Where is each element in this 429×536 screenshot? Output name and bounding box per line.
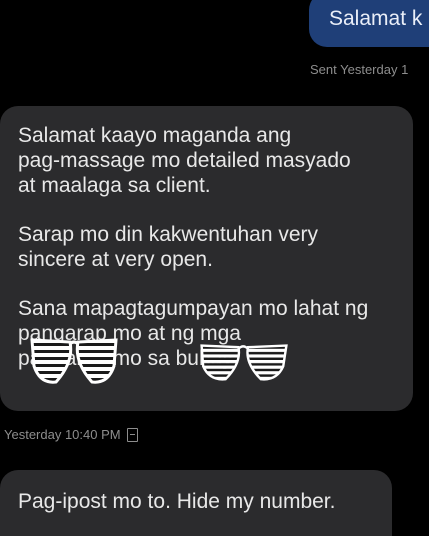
sent-timestamp: Sent Yesterday 1: [310, 62, 409, 77]
received-message-bubble-2[interactable]: Pag-ipost mo to. Hide my number.: [0, 470, 392, 536]
received-message-2-text: Pag-ipost mo to. Hide my number.: [18, 490, 336, 513]
sunglasses-sticker-left-icon: [30, 338, 118, 384]
message-paragraph-2: Sarap mo din kakwentuhan very sincere at…: [18, 223, 318, 271]
message-paragraph-1: Salamat kaayo maganda ang pag-massage mo…: [18, 124, 351, 197]
received-timestamp: Yesterday 10:40 PM: [4, 427, 138, 442]
chat-screen: Salamat k Sent Yesterday 1 Salamat kaayo…: [0, 0, 429, 536]
sunglasses-sticker-right-icon: [200, 344, 288, 381]
received-timestamp-text: Yesterday 10:40 PM: [4, 427, 121, 442]
sent-message-text: Salamat k: [329, 7, 423, 30]
sent-message-bubble[interactable]: Salamat k: [309, 0, 429, 47]
document-icon: [126, 427, 138, 442]
